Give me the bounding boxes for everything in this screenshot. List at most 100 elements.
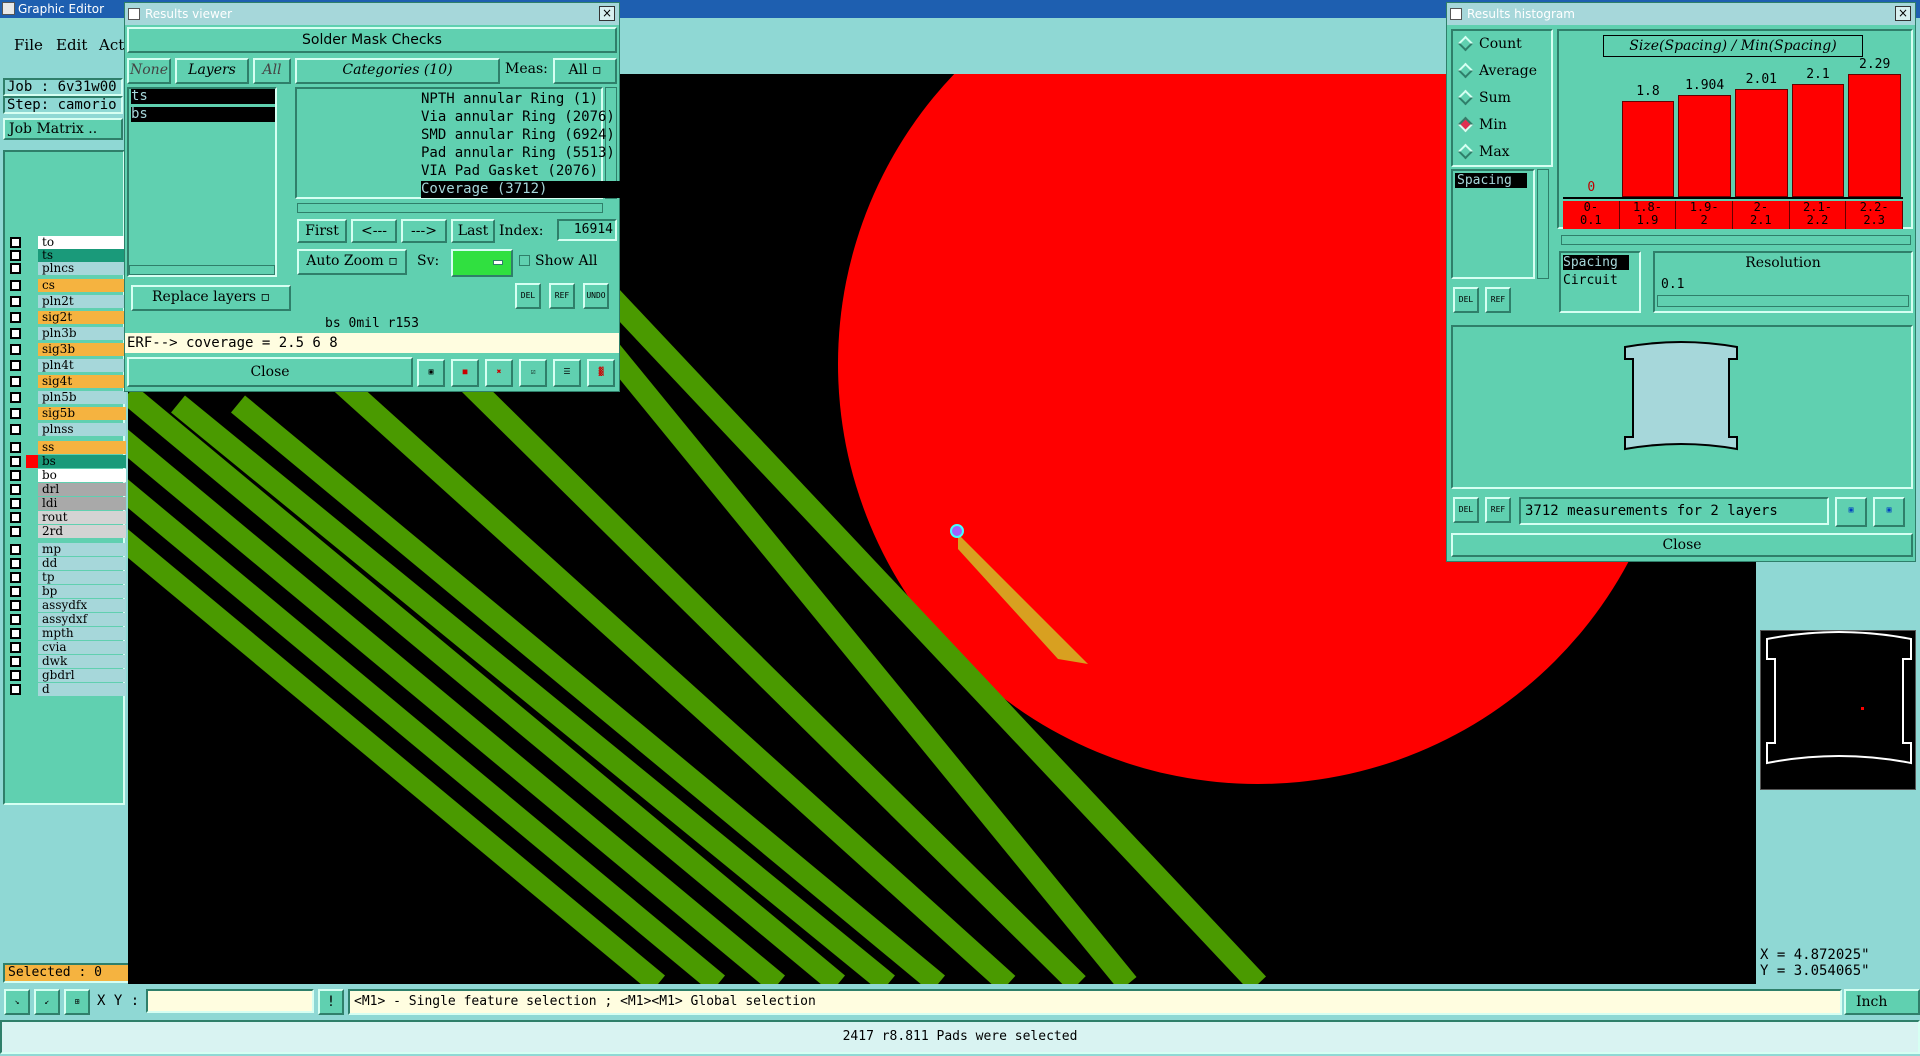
layer-color-swatch[interactable] xyxy=(26,375,38,388)
layer-item-ts[interactable]: ts xyxy=(131,89,275,104)
zoom-tool-icon[interactable]: ▣ xyxy=(417,359,445,387)
layer-row-assydxf[interactable]: assydxf xyxy=(6,613,126,626)
layer-color-swatch[interactable] xyxy=(26,469,38,482)
layer-color-swatch[interactable] xyxy=(26,571,38,584)
select-tool-icon[interactable]: ↘ xyxy=(4,989,30,1015)
category-item[interactable]: NPTH annular Ring (1) xyxy=(421,91,717,108)
preview-del-button[interactable]: DEL xyxy=(1453,497,1479,523)
mode-min[interactable]: Min xyxy=(1457,114,1547,136)
layer-color-swatch[interactable] xyxy=(26,343,38,356)
none-button[interactable]: None xyxy=(127,58,171,84)
histogram-bar[interactable] xyxy=(1621,101,1675,197)
list-item-spacing[interactable]: Spacing xyxy=(1455,173,1527,188)
layer-checkbox[interactable] xyxy=(10,600,21,611)
erase-tool-icon[interactable]: ■ xyxy=(451,359,479,387)
layer-checkbox[interactable] xyxy=(10,263,21,274)
layer-row-bo[interactable]: bo xyxy=(6,469,126,482)
alert-icon[interactable]: ! xyxy=(318,989,344,1015)
layer-checkbox[interactable] xyxy=(10,312,21,323)
categories-button[interactable]: Categories (10) xyxy=(295,58,500,84)
menu-file[interactable]: File xyxy=(14,36,43,54)
layer-checkbox[interactable] xyxy=(10,470,21,481)
layer-color-swatch[interactable] xyxy=(26,311,38,324)
layer-color-swatch[interactable] xyxy=(26,295,38,308)
hist-del-button[interactable]: DEL xyxy=(1453,287,1479,313)
viewer-close-button[interactable]: Close xyxy=(127,357,413,387)
replace-layers-dropdown[interactable]: Replace layers ▫ xyxy=(131,285,291,311)
layer-color-swatch[interactable] xyxy=(26,359,38,372)
category-item[interactable]: SMD annular Ring (6924) xyxy=(421,127,717,144)
first-button[interactable]: First xyxy=(297,219,347,243)
layer-row-ldi[interactable]: ldi xyxy=(6,497,126,510)
next-button[interactable]: ---> xyxy=(401,219,447,243)
layer-checkbox[interactable] xyxy=(10,344,21,355)
show-all-checkbox[interactable] xyxy=(519,255,530,266)
mode-average[interactable]: Average xyxy=(1457,60,1547,82)
layer-row-to[interactable]: to xyxy=(6,236,126,249)
layer-row-tp[interactable]: tp xyxy=(6,571,126,584)
layer-color-swatch[interactable] xyxy=(26,455,38,468)
category-item[interactable]: Via annular Ring (2076) xyxy=(421,109,717,126)
layer-checkbox[interactable] xyxy=(10,250,21,261)
layer-checkbox[interactable] xyxy=(10,360,21,371)
layer-color-swatch[interactable] xyxy=(26,655,38,668)
layer-row-rout[interactable]: rout xyxy=(6,511,126,524)
layer-color-swatch[interactable] xyxy=(26,627,38,640)
layer-checkbox[interactable] xyxy=(10,544,21,555)
radio-icon[interactable] xyxy=(1457,143,1474,160)
layer-checkbox[interactable] xyxy=(10,572,21,583)
layer-row-pln4t[interactable]: pln4t xyxy=(6,359,126,372)
radio-icon[interactable] xyxy=(1457,35,1474,52)
layer-color-swatch[interactable] xyxy=(26,669,38,682)
category-item[interactable]: VIA Pad Gasket (2076) xyxy=(421,163,717,180)
layer-color-swatch[interactable] xyxy=(26,613,38,626)
layer-row-sig5b[interactable]: sig5b xyxy=(6,407,126,420)
histogram-bar[interactable] xyxy=(1848,74,1901,197)
layer-checkbox[interactable] xyxy=(10,684,21,695)
xy-input[interactable] xyxy=(146,989,314,1013)
resolution-type-list[interactable]: Spacing Circuit xyxy=(1559,251,1641,313)
layer-color-swatch[interactable] xyxy=(26,441,38,454)
layer-row-pln3b[interactable]: pln3b xyxy=(6,327,126,340)
layer-checkbox[interactable] xyxy=(10,376,21,387)
layer-row-dwk[interactable]: dwk xyxy=(6,655,126,668)
layers-button[interactable]: Layers xyxy=(175,58,249,84)
layer-checkbox[interactable] xyxy=(10,392,21,403)
layer-color-swatch[interactable] xyxy=(26,262,38,275)
prev-button[interactable]: <--- xyxy=(351,219,397,243)
histogram-bar[interactable] xyxy=(1678,95,1731,197)
layer-checkbox[interactable] xyxy=(10,456,21,467)
layer-row-gbdrl[interactable]: gbdrl xyxy=(6,669,126,682)
meas-dropdown[interactable]: All ▫ xyxy=(553,58,617,84)
layer-row-bp[interactable]: bp xyxy=(6,585,126,598)
layer-checkbox[interactable] xyxy=(10,408,21,419)
layer-color-swatch[interactable] xyxy=(26,497,38,510)
layer-color-swatch[interactable] xyxy=(26,483,38,496)
layer-checkbox[interactable] xyxy=(10,442,21,453)
undo-button[interactable]: UNDO xyxy=(583,283,609,309)
radio-icon[interactable] xyxy=(1457,62,1474,79)
layer-color-swatch[interactable] xyxy=(26,407,38,420)
layer-color-swatch[interactable] xyxy=(26,327,38,340)
layer-row-assydfx[interactable]: assydfx xyxy=(6,599,126,612)
mode-max[interactable]: Max xyxy=(1457,141,1547,163)
histogram-bar[interactable] xyxy=(1791,84,1845,197)
layer-row-plncs[interactable]: plncs xyxy=(6,262,126,275)
layer-row-cvia[interactable]: cvia xyxy=(6,641,126,654)
close-icon[interactable]: × xyxy=(1895,6,1911,21)
layer-color-swatch[interactable] xyxy=(26,279,38,292)
layer-checkbox[interactable] xyxy=(10,526,21,537)
move-tool-icon[interactable]: ↙ xyxy=(34,989,60,1015)
layer-checkbox[interactable] xyxy=(10,296,21,307)
layer-row-mp[interactable]: mp xyxy=(6,543,126,556)
resolution-slider[interactable] xyxy=(1657,295,1909,307)
layer-checkbox[interactable] xyxy=(10,614,21,625)
layer-row-bs[interactable]: bs xyxy=(6,455,126,468)
layer-color-swatch[interactable] xyxy=(26,585,38,598)
category-item[interactable]: Coverage (3712) xyxy=(421,181,717,198)
layer-checkbox[interactable] xyxy=(10,656,21,667)
histogram-bar[interactable] xyxy=(1735,89,1788,197)
measurement-list[interactable]: Spacing xyxy=(1451,169,1535,279)
auto-zoom-dropdown[interactable]: Auto Zoom ▫ xyxy=(297,249,407,275)
histogram-icon[interactable]: ▓ xyxy=(587,359,615,387)
